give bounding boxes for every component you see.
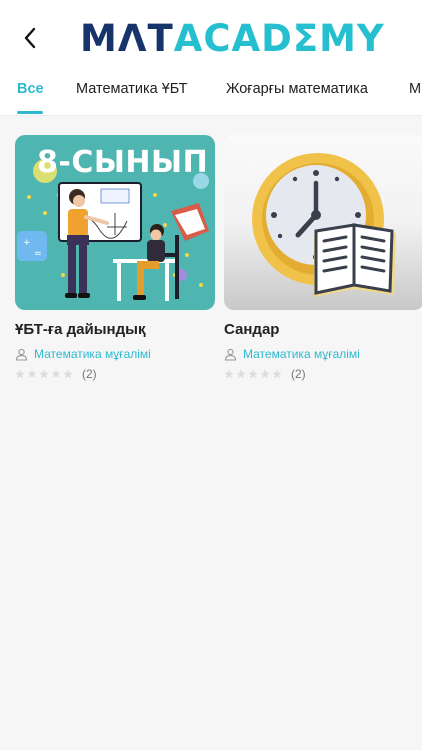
course-card[interactable]: + = 8-СЫНЫП ҰБТ-ға дайындық Математика м…: [15, 135, 215, 381]
author-name: Математика мұғалімі: [34, 347, 151, 361]
course-thumbnail: [224, 135, 422, 310]
back-button[interactable]: [14, 22, 46, 54]
course-thumbnail: + = 8-СЫНЫП: [15, 135, 215, 310]
star-icon: [51, 369, 61, 379]
rating-count: (2): [82, 367, 97, 381]
course-author: Математика мұғалімі: [224, 347, 422, 361]
star-icon: [236, 369, 246, 379]
app-header: MΛT ACADΣMY: [0, 0, 422, 75]
thumbnail-title: 8-СЫНЫП: [37, 145, 209, 180]
tab-more[interactable]: М: [409, 81, 421, 97]
star-icon: [272, 369, 282, 379]
clock-book-illustration: [252, 153, 396, 297]
star-icon: [260, 369, 270, 379]
tabs-divider: [0, 115, 422, 116]
tab-math-ubt[interactable]: Математика ҰБТ: [76, 81, 188, 97]
tab-higher-math[interactable]: Жоғарғы математика: [226, 81, 368, 97]
svg-text:=: =: [34, 249, 42, 259]
matacademy-logo: MΛT ACADΣMY: [80, 18, 385, 58]
course-card[interactable]: Сандар Математика мұғалімі (2): [224, 135, 422, 381]
course-rating: (2): [15, 367, 215, 381]
logo-text-mat: MΛT: [80, 16, 174, 60]
course-rating: (2): [224, 367, 422, 381]
category-tabs: Все Математика ҰБТ Жоғарғы математика М: [0, 75, 422, 115]
course-title: Сандар: [224, 321, 280, 338]
tab-all[interactable]: Все: [17, 81, 44, 97]
course-author: Математика мұғалімі: [15, 347, 215, 361]
star-icon: [27, 369, 37, 379]
svg-text:+: +: [23, 238, 31, 248]
active-tab-indicator: [17, 111, 43, 114]
author-name: Математика мұғалімі: [243, 347, 360, 361]
course-title: ҰБТ-ға дайындық: [15, 321, 146, 338]
user-icon: [15, 348, 28, 361]
logo-text-academy: ACADΣMY: [173, 16, 385, 60]
star-icon: [224, 369, 234, 379]
chevron-left-icon: [24, 27, 36, 49]
star-icon: [248, 369, 258, 379]
star-icon: [39, 369, 49, 379]
star-icon: [15, 369, 25, 379]
user-icon: [224, 348, 237, 361]
rating-count: (2): [291, 367, 306, 381]
star-icon: [63, 369, 73, 379]
